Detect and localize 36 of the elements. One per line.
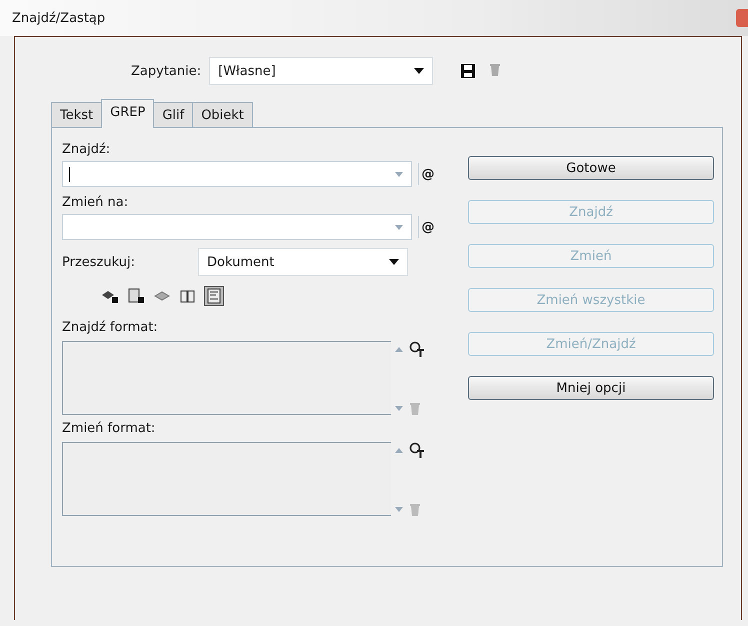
scroll-up-icon[interactable]	[395, 448, 403, 452]
search-label: Przeszukuj:	[62, 254, 135, 270]
dialog-button[interactable]: Mniej opcji	[468, 376, 714, 400]
format-list[interactable]	[62, 341, 391, 415]
close-button[interactable]	[736, 9, 748, 27]
find-label: Znajdź:	[62, 142, 112, 157]
find-field[interactable]	[62, 161, 412, 187]
tab[interactable]: Tekst	[51, 102, 102, 128]
caret-icon[interactable]	[389, 259, 399, 265]
special-characters-button[interactable]: @	[418, 216, 437, 238]
scroll-down-icon[interactable]	[395, 406, 403, 410]
trash-icon[interactable]	[409, 401, 421, 415]
scroll-down-icon[interactable]	[395, 506, 403, 512]
search-dropdown[interactable]: Dokument	[198, 248, 408, 276]
format-list[interactable]	[62, 442, 391, 516]
query-label: Zapytanie:	[131, 64, 202, 78]
save-icon[interactable]	[461, 64, 476, 78]
document-lock-icon[interactable]	[126, 286, 146, 306]
change-to-label: Zmień na:	[62, 195, 130, 210]
tab[interactable]: Obiekt	[192, 102, 253, 128]
tab[interactable]: Glif	[153, 102, 194, 128]
special-characters-button[interactable]: @	[418, 163, 437, 185]
trash-icon[interactable]	[489, 62, 502, 76]
trash-icon[interactable]	[409, 502, 421, 516]
format-label: Znajdź format:	[62, 320, 159, 335]
footnote-icon[interactable]	[204, 286, 224, 306]
change-to-field[interactable]	[62, 214, 412, 240]
window-title: Znajdź/Zastąp	[11, 10, 106, 26]
dialog-button[interactable]: Gotowe	[468, 156, 714, 180]
format-settings-icon[interactable]	[409, 341, 425, 357]
format-settings-icon[interactable]	[409, 442, 425, 458]
tab[interactable]: GREP	[101, 99, 154, 128]
query-dropdown[interactable]: [Własne]	[209, 57, 434, 85]
scroll-up-icon[interactable]	[395, 346, 403, 352]
format-label: Zmień format:	[62, 421, 156, 436]
caret-icon[interactable]	[414, 68, 424, 74]
